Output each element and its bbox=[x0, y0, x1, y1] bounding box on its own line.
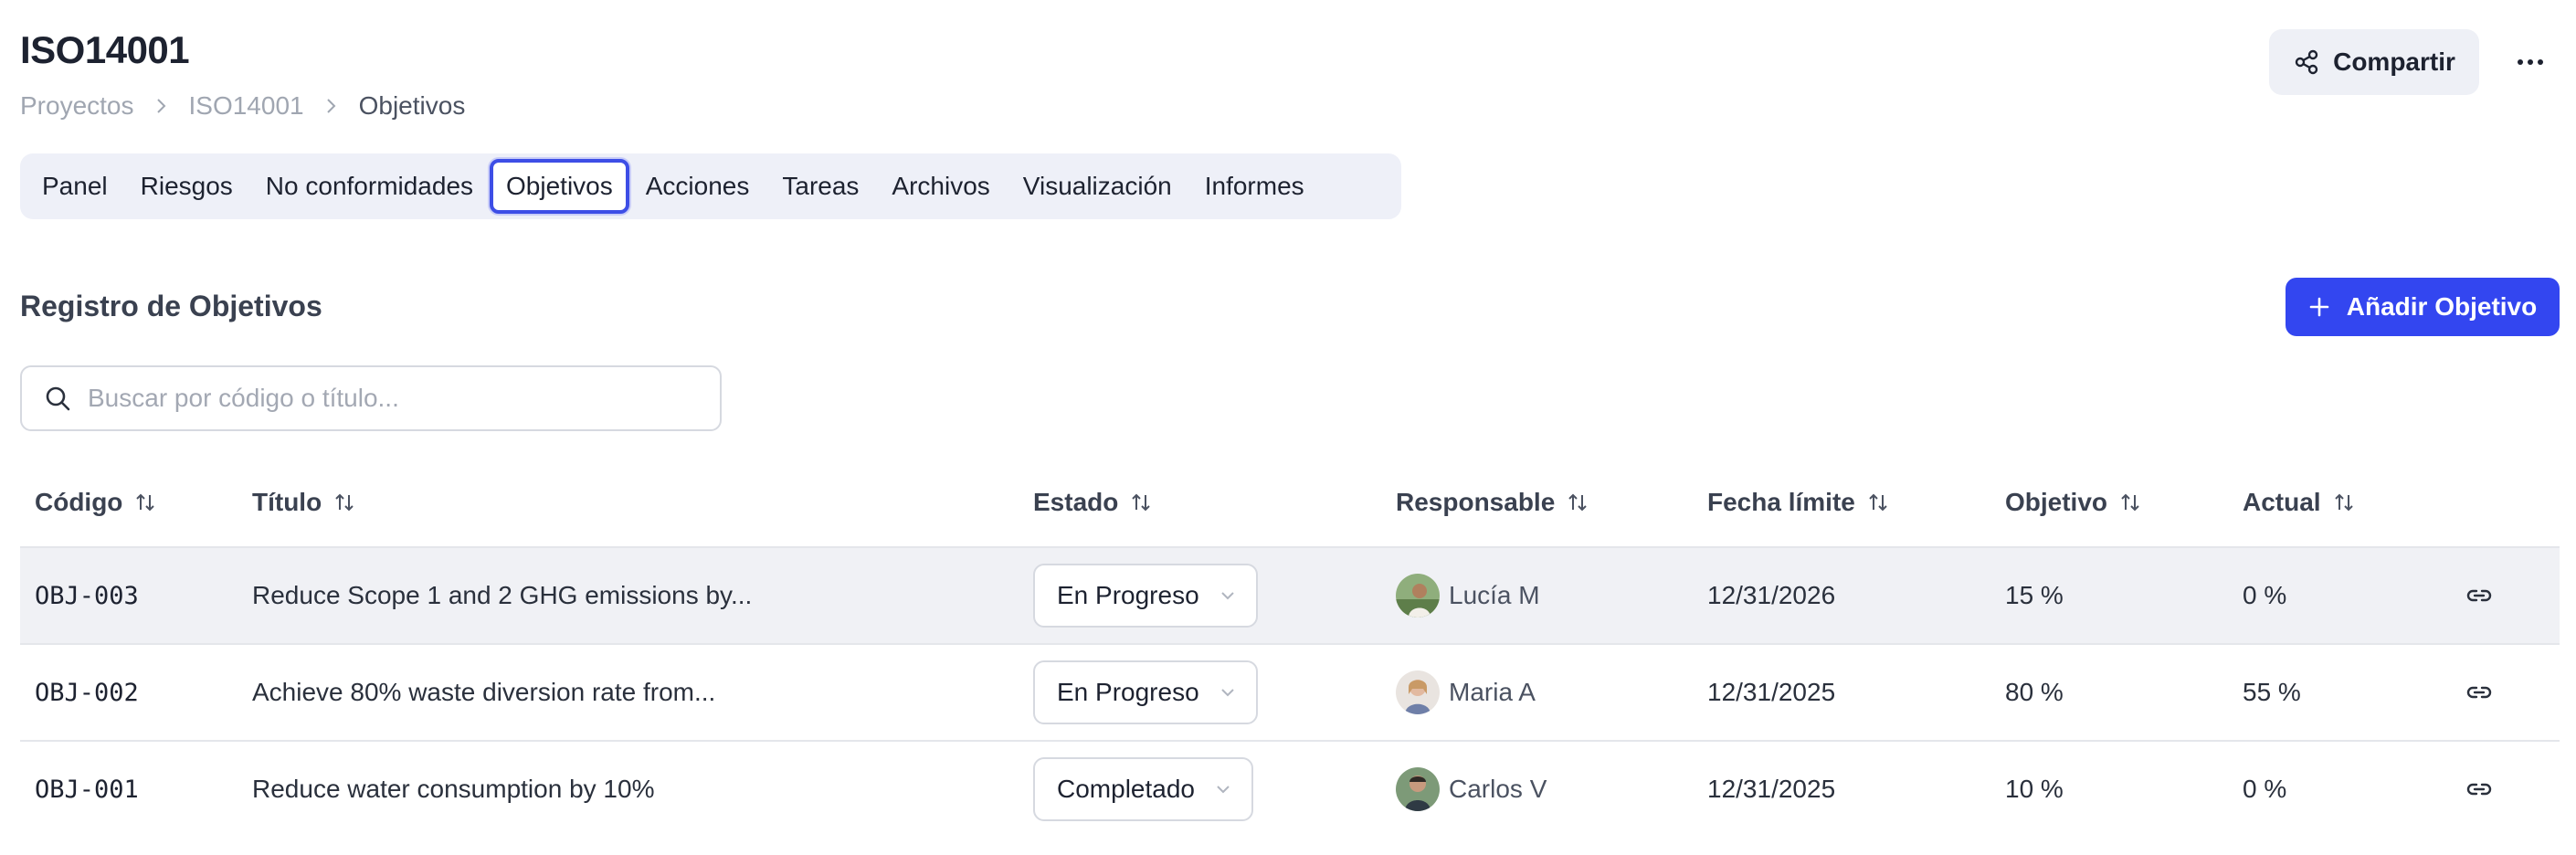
sort-icon bbox=[135, 491, 155, 513]
share-button[interactable]: Compartir bbox=[2269, 29, 2479, 95]
row-owner-cell: Maria A bbox=[1396, 645, 1536, 740]
row-target: 15 % bbox=[2005, 581, 2064, 609]
row-actual: 0 % bbox=[2243, 775, 2287, 803]
status-value: En Progreso bbox=[1057, 678, 1199, 706]
column-header-codigo[interactable]: Código bbox=[35, 488, 155, 517]
status-value: Completado bbox=[1057, 775, 1195, 803]
row-owner-cell: Lucía M bbox=[1396, 548, 1540, 643]
sort-icon bbox=[2120, 491, 2140, 513]
row-due-date: 12/31/2025 bbox=[1707, 775, 1836, 803]
add-objective-label: Añadir Objetivo bbox=[2346, 292, 2538, 321]
more-horizontal-icon bbox=[2517, 58, 2544, 66]
row-actual: 0 % bbox=[2243, 581, 2287, 609]
sort-icon bbox=[1568, 491, 1588, 513]
tab-objetivos[interactable]: Objetivos bbox=[490, 159, 629, 214]
sort-icon bbox=[2334, 491, 2354, 513]
tab-bar: Panel Riesgos No conformidades Objetivos… bbox=[20, 153, 1401, 219]
row-code: OBJ-003 bbox=[35, 581, 139, 610]
sort-icon bbox=[1868, 491, 1888, 513]
avatar bbox=[1396, 670, 1440, 714]
row-actual: 55 % bbox=[2243, 678, 2301, 706]
tab-informes[interactable]: Informes bbox=[1188, 159, 1321, 214]
section-title: Registro de Objetivos bbox=[20, 290, 322, 322]
sort-icon bbox=[1131, 491, 1151, 513]
table-row[interactable]: OBJ-001 Reduce water consumption by 10% … bbox=[20, 742, 2560, 839]
row-title[interactable]: Achieve 80% waste diversion rate from... bbox=[252, 645, 715, 740]
column-header-fecha-limite[interactable]: Fecha límite bbox=[1707, 488, 1888, 517]
row-title[interactable]: Reduce water consumption by 10% bbox=[252, 742, 654, 837]
avatar bbox=[1396, 574, 1440, 618]
owner-name: Carlos V bbox=[1449, 775, 1547, 803]
plus-icon bbox=[2308, 296, 2330, 318]
column-header-objetivo[interactable]: Objetivo bbox=[2005, 488, 2140, 517]
breadcrumb-item-proyectos[interactable]: Proyectos bbox=[20, 91, 134, 121]
chevron-down-icon bbox=[1215, 784, 1231, 795]
row-status-cell: En Progreso bbox=[1033, 645, 1258, 740]
tab-archivos[interactable]: Archivos bbox=[875, 159, 1006, 214]
more-options-button[interactable] bbox=[2503, 35, 2558, 90]
tab-riesgos[interactable]: Riesgos bbox=[124, 159, 249, 214]
search-box[interactable] bbox=[20, 365, 722, 431]
row-code: OBJ-002 bbox=[35, 678, 139, 707]
tab-panel[interactable]: Panel bbox=[26, 159, 124, 214]
row-status-cell: Completado bbox=[1033, 742, 1253, 837]
row-due-date: 12/31/2025 bbox=[1707, 678, 1836, 706]
column-header-titulo[interactable]: Título bbox=[252, 488, 354, 517]
column-label: Código bbox=[35, 488, 123, 516]
tab-tareas[interactable]: Tareas bbox=[765, 159, 875, 214]
status-value: En Progreso bbox=[1057, 581, 1199, 609]
column-label: Estado bbox=[1033, 488, 1119, 516]
tab-no-conformidades[interactable]: No conformidades bbox=[249, 159, 490, 214]
owner-name: Maria A bbox=[1449, 678, 1536, 706]
column-label: Objetivo bbox=[2005, 488, 2108, 516]
status-select[interactable]: En Progreso bbox=[1033, 660, 1258, 724]
chevron-right-icon bbox=[324, 97, 339, 115]
column-header-actual[interactable]: Actual bbox=[2243, 488, 2354, 517]
status-select[interactable]: Completado bbox=[1033, 757, 1253, 821]
avatar bbox=[1396, 767, 1440, 811]
breadcrumb-item-project[interactable]: ISO14001 bbox=[189, 91, 304, 121]
link-icon[interactable] bbox=[2465, 548, 2494, 643]
objectives-table: Código Título Estado Responsable Fecha l… bbox=[20, 466, 2560, 839]
row-due-date: 12/31/2026 bbox=[1707, 581, 1836, 609]
row-target: 80 % bbox=[2005, 678, 2064, 706]
tab-acciones[interactable]: Acciones bbox=[629, 159, 766, 214]
status-select[interactable]: En Progreso bbox=[1033, 564, 1258, 628]
column-label: Fecha límite bbox=[1707, 488, 1855, 516]
chevron-down-icon bbox=[1219, 590, 1236, 601]
table-header: Código Título Estado Responsable Fecha l… bbox=[20, 466, 2560, 548]
column-header-estado[interactable]: Estado bbox=[1033, 488, 1151, 517]
column-header-responsable[interactable]: Responsable bbox=[1396, 488, 1588, 517]
link-icon[interactable] bbox=[2465, 742, 2494, 837]
link-icon[interactable] bbox=[2465, 645, 2494, 740]
chevron-right-icon bbox=[154, 97, 169, 115]
share-icon bbox=[2293, 48, 2320, 76]
page-title: ISO14001 bbox=[20, 28, 190, 71]
column-label: Actual bbox=[2243, 488, 2321, 516]
tab-visualizacion[interactable]: Visualización bbox=[1007, 159, 1188, 214]
table-row[interactable]: OBJ-002 Achieve 80% waste diversion rate… bbox=[20, 645, 2560, 742]
owner-name: Lucía M bbox=[1449, 581, 1540, 609]
column-label: Título bbox=[252, 488, 322, 516]
search-icon bbox=[44, 385, 71, 412]
row-code: OBJ-001 bbox=[35, 775, 139, 804]
share-label: Compartir bbox=[2333, 48, 2455, 76]
breadcrumb-item-current: Objetivos bbox=[358, 91, 466, 120]
row-title[interactable]: Reduce Scope 1 and 2 GHG emissions by... bbox=[252, 548, 752, 643]
column-label: Responsable bbox=[1396, 488, 1556, 516]
chevron-down-icon bbox=[1219, 687, 1236, 698]
row-target: 10 % bbox=[2005, 775, 2064, 803]
row-owner-cell: Carlos V bbox=[1396, 742, 1547, 837]
add-objective-button[interactable]: Añadir Objetivo bbox=[2286, 278, 2560, 336]
table-row[interactable]: OBJ-003 Reduce Scope 1 and 2 GHG emissio… bbox=[20, 548, 2560, 645]
sort-icon bbox=[334, 491, 354, 513]
breadcrumb: Proyectos ISO14001 Objetivos bbox=[20, 88, 465, 124]
search-input[interactable] bbox=[88, 384, 709, 413]
row-status-cell: En Progreso bbox=[1033, 548, 1258, 643]
